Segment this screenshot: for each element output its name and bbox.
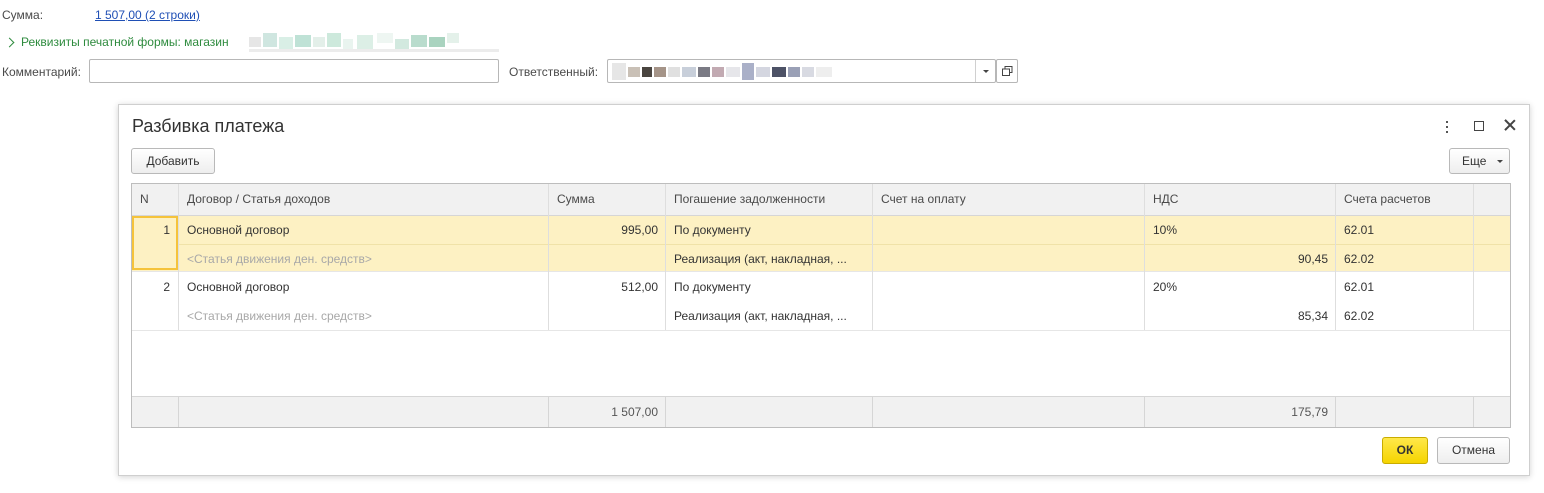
nds-rate-cell[interactable]: 10% <box>1145 223 1336 237</box>
col-scheta[interactable]: Счета расчетов <box>1336 184 1474 215</box>
statya-cell[interactable]: <Статья движения ден. средств> <box>179 252 549 266</box>
maximize-icon[interactable] <box>1474 121 1484 131</box>
pogashenie-cell[interactable]: По документу <box>666 280 873 294</box>
total-nds: 175,79 <box>1291 405 1328 419</box>
comment-input[interactable] <box>90 60 498 82</box>
nds-rate-cell[interactable]: 20% <box>1145 280 1336 294</box>
dropdown-arrow-icon[interactable] <box>983 70 989 73</box>
nds-summa-cell[interactable]: 85,34 <box>1145 309 1336 323</box>
add-button[interactable]: Добавить <box>131 148 215 174</box>
payment-split-dialog: Разбивка платежа Добавить Еще N Договор … <box>118 104 1530 476</box>
schet1-cell[interactable]: 62.01 <box>1336 223 1474 237</box>
open-in-window-button[interactable] <box>996 59 1018 83</box>
row-number: 2 <box>163 280 170 294</box>
rekvizity-group-toggle[interactable]: Реквизиты печатной формы: магазин <box>21 35 229 49</box>
summa-link[interactable]: 1 507,00 (2 строки) <box>95 8 200 22</box>
summa-label: Сумма: <box>2 8 44 22</box>
nds-summa-cell[interactable]: 90,45 <box>1145 252 1336 266</box>
dogovor-cell[interactable]: Основной договор <box>179 280 549 294</box>
col-dogovor[interactable]: Договор / Статья доходов <box>179 184 549 215</box>
redacted-store-name <box>249 31 499 53</box>
more-actions-icon[interactable] <box>1445 121 1449 135</box>
split-table: N Договор / Статья доходов Сумма Погашен… <box>131 183 1511 428</box>
document-cell[interactable]: Реализация (акт, накладная, ... <box>666 309 873 323</box>
col-n[interactable]: N <box>132 184 178 215</box>
col-schet-oplatu[interactable]: Счет на оплату <box>873 184 1145 215</box>
otvetstvenny-label: Ответственный: <box>509 65 599 79</box>
dogovor-cell[interactable]: Основной договор <box>179 223 549 237</box>
cancel-button[interactable]: Отмена <box>1437 437 1510 464</box>
dialog-title: Разбивка платежа <box>132 116 285 136</box>
more-button[interactable]: Еще <box>1449 148 1510 174</box>
schet2-cell[interactable]: 62.02 <box>1336 252 1474 266</box>
focused-cell <box>132 216 178 270</box>
schet2-cell[interactable]: 62.02 <box>1336 309 1474 323</box>
table-footer: 1 507,00 175,79 <box>132 396 1510 427</box>
table-row[interactable]: 2 Основной договор <Статья движения ден.… <box>132 272 1510 330</box>
comment-label: Комментарий: <box>2 65 81 79</box>
total-summa: 1 507,00 <box>611 405 658 419</box>
statya-cell[interactable]: <Статья движения ден. средств> <box>179 309 549 323</box>
ok-button[interactable]: ОК <box>1382 437 1428 464</box>
document-cell[interactable]: Реализация (акт, накладная, ... <box>666 252 873 266</box>
chevron-down-icon <box>1497 160 1503 163</box>
expand-chevron-icon[interactable] <box>4 37 15 48</box>
pogashenie-cell[interactable]: По документу <box>666 223 873 237</box>
col-nds[interactable]: НДС <box>1145 184 1336 215</box>
summa-cell[interactable]: 512,00 <box>549 280 666 294</box>
table-header: N Договор / Статья доходов Сумма Погашен… <box>132 184 1510 216</box>
close-icon[interactable] <box>1503 118 1517 132</box>
schet1-cell[interactable]: 62.01 <box>1336 280 1474 294</box>
redacted-user-name <box>612 63 832 80</box>
otvetstvenny-field[interactable] <box>607 59 996 83</box>
col-summa[interactable]: Сумма <box>549 184 666 215</box>
col-pogashenie[interactable]: Погашение задолженности <box>666 184 873 215</box>
open-window-icon <box>1002 66 1013 76</box>
summa-cell[interactable]: 995,00 <box>549 223 666 237</box>
more-button-label: Еще <box>1462 154 1487 168</box>
comment-field[interactable] <box>89 59 499 83</box>
